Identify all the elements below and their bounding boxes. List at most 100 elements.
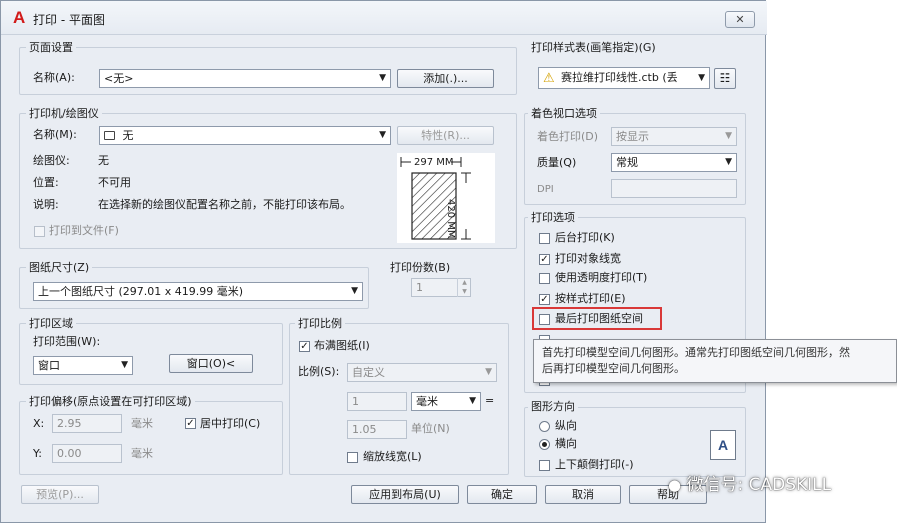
scale-value: 自定义 (352, 366, 385, 379)
paper-width-label: 297 MM (414, 157, 454, 168)
tooltip: 首先打印模型空间几何图形。通常先打印图纸空间几何图形，然 后再打印模型空间几何图… (533, 339, 897, 383)
scale-unit-select[interactable]: 毫米 ▼ (411, 392, 481, 411)
page-setup-name-select[interactable]: <无> ▼ (99, 69, 391, 88)
chevron-down-icon: ▼ (379, 130, 386, 140)
scale-numerator-value: 1 (352, 395, 359, 408)
location-label: 位置: (33, 176, 59, 189)
quality-value: 常规 (616, 156, 638, 169)
warning-icon: ⚠ (543, 71, 555, 86)
orientation-label: 图形方向 (528, 400, 578, 413)
plotter-value: 无 (98, 154, 109, 167)
landscape-radio[interactable] (539, 439, 550, 450)
chevron-down-icon: ▼ (485, 367, 492, 377)
window-title: 打印 - 平面图 (33, 13, 105, 27)
apply-to-layout-button[interactable]: 应用到布局(U) (351, 485, 459, 504)
scale-denominator-input[interactable]: 1.05 (347, 420, 407, 439)
background-plot-label: 后台打印(K) (555, 231, 615, 244)
plot-scale-label: 打印比例 (295, 317, 345, 330)
edit-table-icon: ☷ (719, 71, 731, 85)
paper-size-preview: 297 MM 420 MM (397, 153, 495, 243)
paper-height-label: 420 MM (445, 199, 456, 239)
close-button[interactable]: ✕ (725, 11, 755, 28)
plot-with-styles-label: 按样式打印(E) (555, 292, 626, 305)
scale-label: 比例(S): (298, 365, 340, 378)
shade-plot-label: 着色打印(D) (537, 130, 599, 143)
print-dialog: A 打印 - 平面图 ✕ 页面设置 名称(A): <无> ▼ 添加(.)... … (0, 0, 767, 523)
scale-numerator-input[interactable]: 1 (347, 392, 407, 411)
print-to-file-checkbox[interactable] (34, 226, 45, 237)
plot-transparency-checkbox[interactable] (539, 273, 550, 284)
edit-plot-style-button[interactable]: ☷ (714, 68, 736, 89)
offset-y-unit: 毫米 (131, 447, 153, 460)
offset-x-label: X: (33, 417, 45, 430)
chevron-down-icon: ▼ (121, 360, 128, 370)
description-label: 说明: (33, 198, 59, 211)
spinner-up-icon: ▲ (462, 279, 467, 286)
center-plot-checkbox[interactable]: ✓ (185, 418, 196, 429)
chevron-down-icon: ▼ (379, 73, 386, 83)
plot-range-value: 窗口 (38, 359, 60, 372)
annotation-highlight-box (532, 307, 662, 330)
portrait-radio[interactable] (539, 421, 550, 432)
offset-y-input[interactable]: 0.00 (52, 444, 122, 463)
upside-down-checkbox[interactable] (539, 460, 550, 471)
printer-group-label: 打印机/绘图仪 (26, 107, 102, 120)
dpi-input[interactable] (611, 179, 737, 198)
preview-button[interactable]: 预览(P)... (21, 485, 99, 504)
copies-spinner[interactable]: ▲ ▼ (457, 278, 471, 297)
scale-lineweights-checkbox[interactable] (347, 452, 358, 463)
spinner-down-icon: ▼ (462, 288, 467, 295)
background-plot-checkbox[interactable] (539, 233, 550, 244)
page-setup-label: 页面设置 (26, 41, 76, 54)
portrait-label: 纵向 (555, 419, 577, 432)
fit-to-paper-label: 布满图纸(I) (314, 339, 370, 352)
chevron-down-icon: ▼ (725, 157, 732, 167)
plotter-label: 绘图仪: (33, 154, 70, 167)
print-to-file-label: 打印到文件(F) (49, 224, 119, 237)
dpi-label: DPI (537, 184, 554, 195)
printer-properties-button[interactable]: 特性(R)... (397, 126, 494, 145)
plot-transparency-label: 使用透明度打印(T) (555, 271, 648, 284)
scale-lineweights-label: 缩放线宽(L) (363, 450, 422, 463)
letter-a-icon: A (718, 437, 729, 453)
add-page-setup-button[interactable]: 添加(.)... (397, 69, 494, 88)
offset-y-value: 0.00 (57, 447, 82, 460)
scale-select[interactable]: 自定义 ▼ (347, 363, 497, 382)
plot-lineweights-checkbox[interactable]: ✓ (539, 254, 550, 265)
plot-with-styles-checkbox[interactable]: ✓ (539, 294, 550, 305)
quality-select[interactable]: 常规 ▼ (611, 153, 737, 172)
orientation-preview-icon: A (710, 430, 736, 460)
plot-offset-group (19, 401, 283, 475)
copies-value: 1 (416, 281, 423, 294)
scale-denominator-value: 1.05 (352, 423, 377, 436)
chevron-down-icon: ▼ (469, 396, 476, 406)
shade-plot-select[interactable]: 按显示 ▼ (611, 127, 737, 146)
paper-size-select[interactable]: 上一个图纸尺寸 (297.01 x 419.99 毫米) ▼ (33, 282, 363, 301)
tooltip-line-1: 首先打印模型空间几何图形。通常先打印图纸空间几何图形，然 (542, 346, 850, 359)
autocad-logo-icon: A (13, 8, 26, 27)
plot-style-select[interactable]: ⚠ 赛拉维打印线性.ctb (丢 ▼ (538, 67, 710, 89)
ok-button[interactable]: 确定 (467, 485, 537, 504)
offset-x-value: 2.95 (57, 417, 82, 430)
scale-unit-value: 毫米 (416, 395, 438, 408)
title-bar: A 打印 - 平面图 ✕ (1, 1, 767, 35)
watermark: ● 微信号: CADSKILL (668, 470, 831, 495)
tooltip-line-2: 后再打印模型空间几何图形。 (542, 362, 685, 375)
plot-options-label: 打印选项 (528, 211, 578, 224)
plot-style-label: 打印样式表(画笔指定)(G) (528, 41, 659, 54)
offset-x-input[interactable]: 2.95 (52, 414, 122, 433)
plot-style-value: 赛拉维打印线性.ctb (丢 (561, 71, 678, 84)
page-setup-name-value: <无> (104, 72, 134, 85)
wechat-icon: ● (668, 476, 682, 494)
location-value: 不可用 (98, 176, 131, 189)
plot-lineweights-label: 打印对象线宽 (555, 252, 621, 265)
plot-range-select[interactable]: 窗口 ▼ (33, 356, 133, 375)
fit-to-paper-checkbox[interactable]: ✓ (299, 341, 310, 352)
printer-name-select[interactable]: 无 ▼ (99, 126, 391, 145)
page-setup-name-label: 名称(A): (33, 71, 75, 84)
window-select-button[interactable]: 窗口(O)< (169, 354, 253, 373)
copies-label: 打印份数(B) (387, 261, 454, 274)
cancel-button[interactable]: 取消 (545, 485, 621, 504)
plot-area-label: 打印区域 (26, 317, 76, 330)
description-value: 在选择新的绘图仪配置名称之前，不能打印该布局。 (98, 198, 351, 211)
